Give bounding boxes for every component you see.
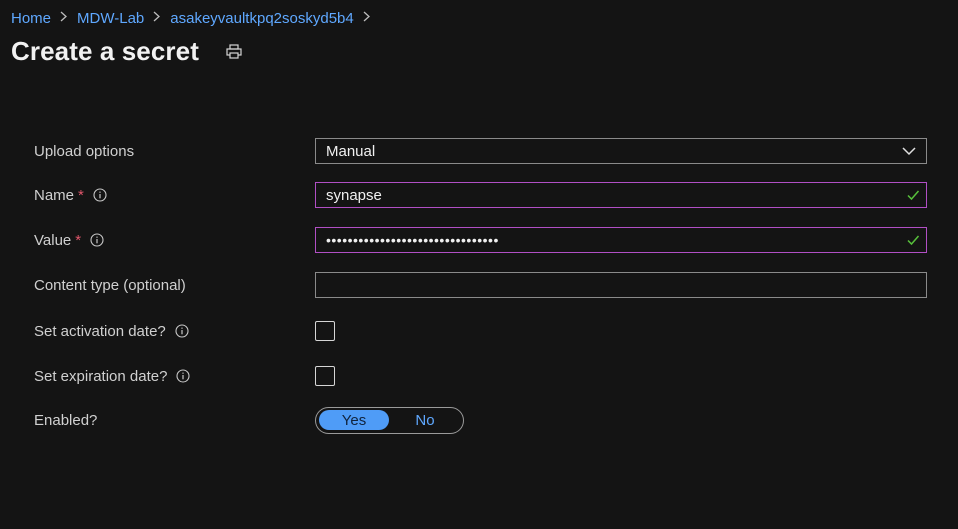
chevron-right-icon	[363, 9, 370, 25]
secret-value-masked: ••••••••••••••••••••••••••••••••	[326, 232, 499, 248]
expiration-date-label: Set expiration date?	[34, 367, 168, 385]
info-icon[interactable]	[93, 188, 107, 202]
name-label-cell: Name *	[34, 187, 315, 204]
info-icon[interactable]	[90, 233, 104, 247]
secret-value-input[interactable]: ••••••••••••••••••••••••••••••••	[315, 227, 927, 253]
checkmark-icon	[907, 235, 920, 246]
breadcrumb-resource-group[interactable]: MDW-Lab	[77, 10, 144, 27]
value-row: Value * ••••••••••••••••••••••••••••••••	[34, 227, 927, 253]
content-type-label-cell: Content type (optional)	[34, 277, 315, 294]
print-icon	[226, 44, 242, 59]
enabled-label-cell: Enabled?	[34, 412, 315, 429]
enabled-toggle[interactable]: Yes No	[315, 406, 464, 434]
content-type-label: Content type (optional)	[34, 276, 186, 294]
content-type-input[interactable]	[315, 272, 927, 298]
expiration-date-row: Set expiration date?	[34, 363, 927, 389]
page-title: Create a secret	[11, 36, 199, 66]
breadcrumb-home[interactable]: Home	[11, 10, 51, 27]
name-input[interactable]: synapse	[315, 182, 927, 208]
activation-date-label: Set activation date?	[34, 322, 166, 340]
title-row: Create a secret	[11, 36, 245, 67]
activation-date-label-cell: Set activation date?	[34, 323, 315, 340]
upload-options-row: Upload options Manual	[34, 138, 927, 164]
expiration-date-label-cell: Set expiration date?	[34, 368, 315, 385]
activation-date-checkbox[interactable]	[315, 321, 335, 341]
required-asterisk: *	[75, 231, 82, 249]
required-asterisk: *	[78, 186, 84, 204]
enabled-no-option[interactable]: No	[389, 410, 461, 430]
info-icon[interactable]	[175, 324, 189, 338]
activation-date-row: Set activation date?	[34, 318, 927, 344]
chevron-right-icon	[60, 9, 67, 25]
breadcrumb-key-vault[interactable]: asakeyvaultkpq2soskyd5b4	[170, 10, 353, 27]
name-row: Name * synapse	[34, 182, 927, 208]
name-input-value: synapse	[326, 186, 382, 204]
upload-options-value: Manual	[326, 142, 376, 160]
upload-options-dropdown[interactable]: Manual	[315, 138, 927, 164]
breadcrumb: Home MDW-Lab asakeyvaultkpq2soskyd5b4	[11, 8, 380, 28]
name-label: Name	[34, 186, 75, 204]
upload-options-label-cell: Upload options	[34, 143, 315, 160]
content-type-row: Content type (optional)	[34, 272, 927, 298]
chevron-right-icon	[153, 9, 161, 25]
enabled-yes-option[interactable]: Yes	[319, 410, 389, 430]
upload-options-label: Upload options	[34, 142, 135, 160]
value-label: Value	[34, 231, 72, 249]
print-button[interactable]	[223, 41, 245, 63]
value-label-cell: Value *	[34, 232, 315, 249]
enabled-label: Enabled?	[34, 411, 98, 429]
enabled-row: Enabled? Yes No	[34, 406, 927, 434]
checkmark-icon	[907, 190, 920, 201]
info-icon[interactable]	[176, 369, 190, 383]
chevron-down-icon	[902, 147, 916, 156]
expiration-date-checkbox[interactable]	[315, 366, 335, 386]
